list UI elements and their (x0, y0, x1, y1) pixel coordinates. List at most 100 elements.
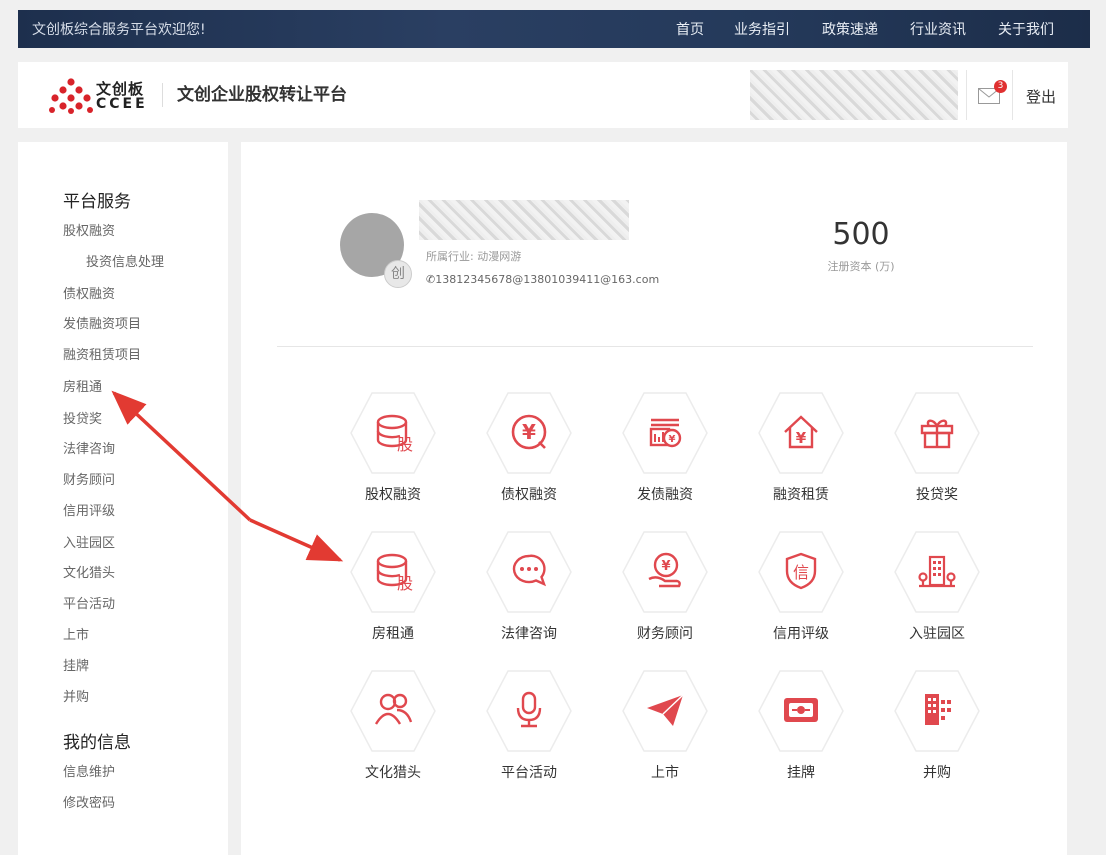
logout-link[interactable]: 登出 (1026, 86, 1056, 107)
sidebar: 平台服务 股权融资 投资信息处理 债权融资 发债融资项目 融资租赁项目 房租通 … (18, 142, 228, 855)
service-label: 房租通 (372, 626, 414, 642)
nav-policy-express[interactable]: 政策速递 (822, 19, 878, 39)
yuan-circle-icon: ¥ (511, 414, 547, 450)
svg-text:¥: ¥ (796, 429, 807, 447)
gift-icon (920, 419, 954, 449)
service-label: 文化猎头 (365, 765, 421, 781)
avatar-tag: 创 (384, 260, 412, 288)
service-equity-financing[interactable]: 股 股权融资 (333, 392, 453, 503)
header-divider (966, 70, 967, 120)
service-label: 股权融资 (365, 487, 421, 503)
welcome-text: 文创板综合服务平台欢迎您! (32, 22, 206, 38)
industry-text: 所属行业: 动漫网游 (426, 250, 522, 263)
top-nav-bar: 文创板综合服务平台欢迎您! 首页 业务指引 政策速递 行业资讯 关于我们 (18, 10, 1090, 48)
sidebar-item-headhunter[interactable]: 文化猎头 (63, 562, 115, 581)
sidebar-item-credit-rating[interactable]: 信用评级 (63, 500, 115, 519)
platform-title: 文创企业股权转让平台 (162, 83, 347, 107)
sidebar-item-debt-financing[interactable]: 债权融资 (63, 283, 115, 302)
building-park-icon (918, 555, 956, 588)
service-label: 投贷奖 (916, 487, 958, 503)
nav-business-guide[interactable]: 业务指引 (734, 19, 790, 39)
sidebar-item-legal-consulting[interactable]: 法律咨询 (63, 438, 115, 457)
contact-info: ✆13812345678@13801039411@163.com (426, 273, 659, 286)
phone-icon: ✆ (426, 273, 436, 286)
service-label: 财务顾问 (637, 626, 693, 642)
sidebar-item-info-maintenance[interactable]: 信息维护 (63, 761, 115, 780)
nav-industry-news[interactable]: 行业资讯 (910, 19, 966, 39)
svg-text:信: 信 (793, 563, 809, 582)
buildings-icon (925, 694, 951, 725)
sidebar-section-my-info: 我的信息 (63, 733, 131, 753)
sidebar-item-rent-pass[interactable]: 房租通 (63, 376, 102, 395)
sidebar-item-leasing-projects[interactable]: 融资租赁项目 (63, 344, 141, 363)
microphone-icon (516, 691, 542, 728)
svg-text:¥: ¥ (669, 434, 676, 445)
equity-stack-icon: 股 (376, 553, 413, 591)
banknote-icon (784, 698, 818, 722)
service-credit-rating[interactable]: 信 信用评级 (741, 531, 861, 642)
service-bond-financing[interactable]: ¥ 发债融资 (605, 392, 725, 503)
equity-stack-icon: 股 (376, 414, 413, 452)
registered-capital-value: 500 (832, 217, 890, 252)
sidebar-item-platform-events[interactable]: 平台活动 (63, 593, 115, 612)
sidebar-item-change-password[interactable]: 修改密码 (63, 792, 115, 811)
hand-yuan-icon: ¥ (648, 552, 681, 588)
service-debt-financing[interactable]: ¥ 债权融资 (469, 392, 589, 503)
service-label: 并购 (923, 765, 951, 781)
service-quotation[interactable]: 挂牌 (741, 670, 861, 781)
registered-capital-label: 注册资本 (万) (827, 260, 895, 273)
company-name-redacted (419, 200, 629, 240)
service-merger[interactable]: 并购 (877, 670, 997, 781)
service-listing[interactable]: 上市 (605, 670, 725, 781)
people-icon (374, 693, 413, 725)
ccee-logo-mark-icon (49, 78, 93, 114)
service-financial-leasing[interactable]: ¥ 融资租赁 (741, 392, 861, 503)
house-yuan-icon: ¥ (784, 415, 818, 449)
svg-text:股: 股 (397, 435, 413, 452)
header-divider (1012, 70, 1013, 120)
service-label: 入驻园区 (909, 626, 965, 642)
sidebar-item-merger[interactable]: 并购 (63, 686, 89, 705)
sidebar-section-platform-services: 平台服务 (63, 192, 131, 212)
sidebar-item-quotation[interactable]: 挂牌 (63, 655, 89, 674)
sidebar-item-listing[interactable]: 上市 (63, 624, 89, 643)
service-rent-pass[interactable]: 股 房租通 (333, 531, 453, 642)
service-label: 债权融资 (501, 487, 557, 503)
service-label: 法律咨询 (501, 626, 557, 642)
service-headhunter[interactable]: 文化猎头 (333, 670, 453, 781)
service-join-park[interactable]: 入驻园区 (877, 531, 997, 642)
sidebar-item-join-park[interactable]: 入驻园区 (63, 532, 115, 551)
service-label: 发债融资 (637, 487, 693, 503)
chat-bubble-icon (512, 554, 547, 587)
main-panel: 创 所属行业: 动漫网游 ✆13812345678@13801039411@16… (241, 142, 1067, 855)
nav-home[interactable]: 首页 (676, 19, 704, 39)
shield-credit-icon: 信 (785, 552, 817, 590)
section-divider (277, 346, 1033, 347)
sidebar-item-equity-financing[interactable]: 股权融资 (63, 220, 115, 239)
mail-count-badge: 3 (994, 80, 1007, 93)
sidebar-item-loan-award[interactable]: 投贷奖 (63, 408, 102, 427)
mail-button[interactable]: 3 (978, 80, 1007, 104)
sidebar-item-financial-advisor[interactable]: 财务顾问 (63, 469, 115, 488)
page-header: 文创板 CCEE 文创企业股权转让平台 3 登出 (18, 62, 1068, 128)
logo-text-en: CCEE (96, 96, 148, 112)
service-label: 平台活动 (501, 765, 557, 781)
service-financial-advisor[interactable]: ¥ 财务顾问 (605, 531, 725, 642)
nav-about-us[interactable]: 关于我们 (998, 19, 1054, 39)
paper-plane-icon (647, 694, 684, 726)
svg-text:¥: ¥ (522, 420, 536, 444)
service-label: 信用评级 (773, 626, 829, 642)
contact-text: 13812345678@13801039411@163.com (435, 273, 660, 286)
bond-yuan-icon: ¥ (649, 418, 682, 448)
service-platform-events[interactable]: 平台活动 (469, 670, 589, 781)
sidebar-item-investment-info[interactable]: 投资信息处理 (86, 251, 164, 270)
user-info-redacted (750, 70, 958, 120)
svg-text:股: 股 (397, 574, 413, 591)
service-label: 融资租赁 (773, 487, 829, 503)
service-label: 挂牌 (787, 765, 815, 781)
sidebar-item-bond-projects[interactable]: 发债融资项目 (63, 313, 141, 332)
service-label: 上市 (651, 765, 679, 781)
service-legal-consulting[interactable]: 法律咨询 (469, 531, 589, 642)
service-loan-award[interactable]: 投贷奖 (877, 392, 997, 503)
svg-text:¥: ¥ (661, 559, 670, 574)
